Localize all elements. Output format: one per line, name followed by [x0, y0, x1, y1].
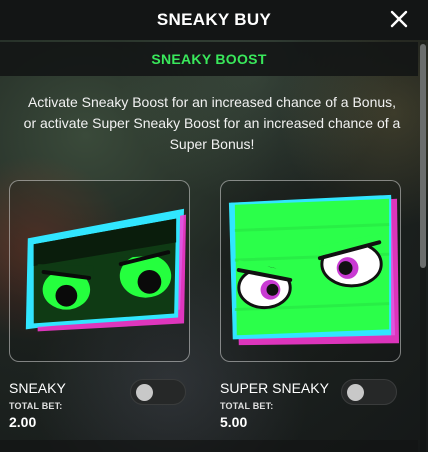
super-sneaky-total-bet-label: TOTAL BET: [220, 401, 274, 411]
close-icon[interactable] [388, 8, 410, 30]
scrollbar-thumb[interactable] [420, 44, 426, 268]
sneaky-toggle[interactable] [130, 379, 186, 405]
sneaky-character-image [25, 208, 187, 332]
bottom-bar [0, 440, 418, 452]
super-sneaky-toggle[interactable] [341, 379, 397, 405]
super-sneaky-option-card[interactable] [220, 180, 401, 362]
toggle-knob [347, 384, 364, 401]
super-sneaky-total-bet-value: 5.00 [220, 414, 248, 430]
sneaky-option-card[interactable] [9, 180, 190, 362]
page-title: SNEAKY BUY [156, 10, 272, 29]
toggle-knob [136, 384, 153, 401]
description-text: Activate Sneaky Boost for an increased c… [23, 94, 401, 152]
header-bar: SNEAKY BUY [0, 0, 428, 40]
super-sneaky-label: SUPER SNEAKY [220, 380, 329, 396]
section-header: SNEAKY BOOST [0, 42, 418, 76]
sneaky-total-bet-label: TOTAL BET: [9, 401, 63, 411]
section-title: SNEAKY BOOST [151, 51, 267, 67]
sneaky-total-bet-value: 2.00 [9, 414, 37, 430]
super-sneaky-character-image [228, 194, 400, 346]
sneaky-label: SNEAKY [9, 380, 66, 396]
